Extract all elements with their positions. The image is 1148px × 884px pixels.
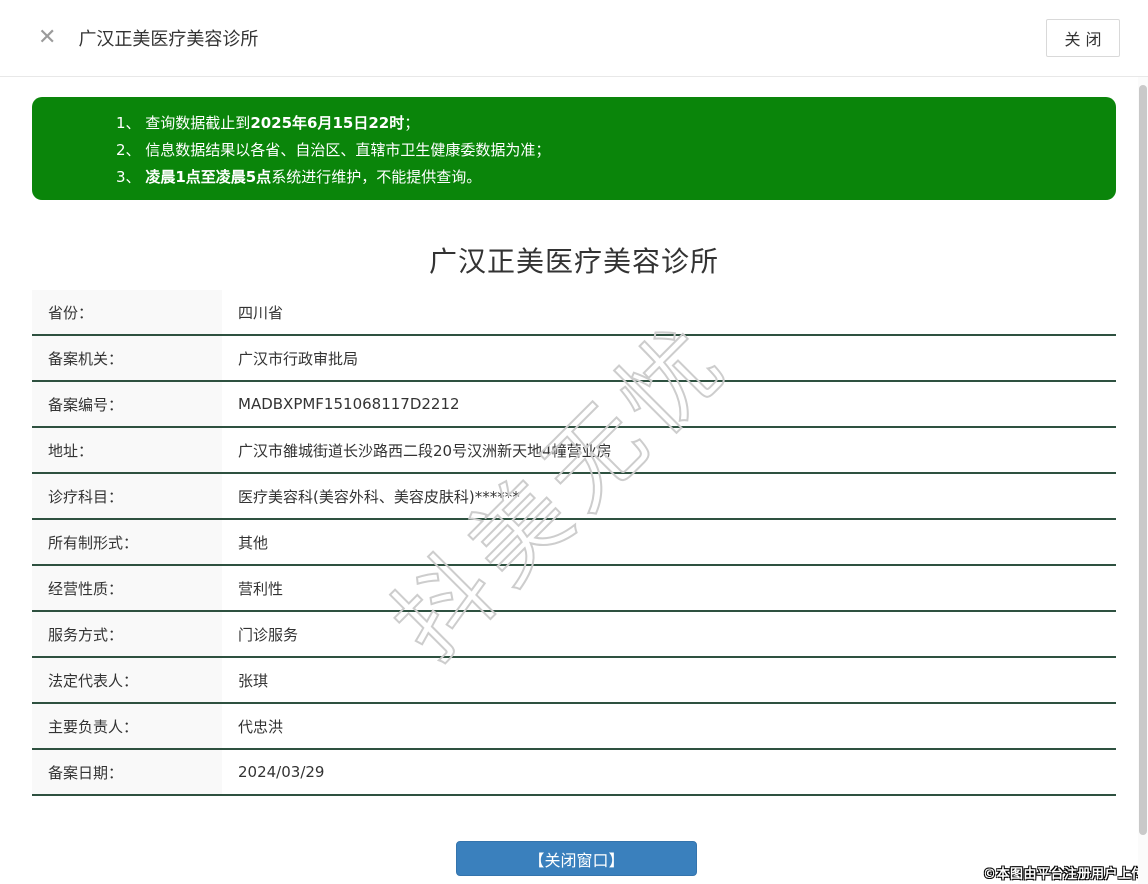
notice-line: 2、 信息数据结果以各省、自治区、直辖市卫生健康委数据为准； (116, 137, 1096, 164)
notice-line: 1、 查询数据截止到2025年6月15日22时； (116, 110, 1096, 137)
table-row: 经营性质： 营利性 (32, 566, 1116, 612)
field-value: 医疗美容科(美容外科、美容皮肤科)****** (238, 487, 520, 506)
notice-line: 3、 凌晨1点至凌晨5点系统进行维护，不能提供查询。 (116, 164, 1096, 191)
close-window-button[interactable]: 【关闭窗口】 (456, 841, 697, 876)
notice-text: 2、 信息数据结果以各省、自治区、直辖市卫生健康委数据为准； (116, 141, 551, 159)
field-label: 备案机关： (32, 336, 222, 380)
field-value: 营利性 (238, 579, 284, 598)
notice-banner: 1、 查询数据截止到2025年6月15日22时； 2、 信息数据结果以各省、自治… (32, 97, 1116, 200)
table-row: 备案日期： 2024/03/29 (32, 750, 1116, 796)
notice-text: ； (404, 114, 420, 132)
field-label: 经营性质： (32, 566, 222, 610)
field-value: 张琪 (238, 671, 269, 690)
table-row: 诊疗科目： 医疗美容科(美容外科、美容皮肤科)****** (32, 474, 1116, 520)
table-row: 所有制形式： 其他 (32, 520, 1116, 566)
table-row: 法定代表人： 张琪 (32, 658, 1116, 704)
notice-bold-text: 2025年6月15日22时 (250, 114, 405, 132)
field-label: 备案编号： (32, 382, 222, 426)
field-value: 门诊服务 (238, 625, 299, 644)
field-label: 省份： (32, 290, 222, 334)
notice-bold-text: 凌晨1点至凌晨5点 (145, 168, 272, 186)
field-label: 法定代表人： (32, 658, 222, 702)
table-row: 备案机关： 广汉市行政审批局 (32, 336, 1116, 382)
field-label: 所有制形式： (32, 520, 222, 564)
header-bar: ✕ 广汉正美医疗美容诊所 关 闭 (0, 0, 1148, 77)
field-value: 广汉市雒城街道长沙路西二段20号汉洲新天地4幢营业房 (238, 441, 612, 460)
notice-text: 3、 (116, 168, 146, 186)
field-value: 四川省 (238, 303, 284, 322)
clinic-info-table: 省份： 四川省 备案机关： 广汉市行政审批局 备案编号： MADBXPMF151… (32, 290, 1116, 796)
field-label: 主要负责人： (32, 704, 222, 748)
close-button[interactable]: 关 闭 (1046, 19, 1120, 57)
table-row: 主要负责人： 代忠洪 (32, 704, 1116, 750)
scrollbar-thumb[interactable] (1139, 85, 1147, 835)
field-value: 广汉市行政审批局 (238, 349, 359, 368)
close-icon[interactable]: ✕ (38, 27, 56, 49)
scrollbar-track[interactable] (1138, 77, 1148, 884)
page-title: 广汉正美医疗美容诊所 (78, 29, 259, 50)
table-row: 省份： 四川省 (32, 290, 1116, 336)
table-row: 服务方式： 门诊服务 (32, 612, 1116, 658)
field-label: 服务方式： (32, 612, 222, 656)
upload-attribution-note: ©本图由平台注册用户上传 (982, 867, 1145, 882)
field-value: 代忠洪 (238, 717, 284, 736)
notice-text: 1、 查询数据截止到 (116, 114, 251, 132)
field-label: 诊疗科目： (32, 474, 222, 518)
table-row: 备案编号： MADBXPMF151068117D2212 (32, 382, 1116, 428)
field-value: MADBXPMF151068117D2212 (238, 395, 460, 413)
field-value: 其他 (238, 533, 269, 552)
field-label: 地址： (32, 428, 222, 472)
field-label: 备案日期： (32, 750, 222, 794)
field-value: 2024/03/29 (238, 763, 325, 781)
clinic-title: 广汉正美医疗美容诊所 (428, 245, 719, 278)
table-row: 地址： 广汉市雒城街道长沙路西二段20号汉洲新天地4幢营业房 (32, 428, 1116, 474)
notice-text: 系统进行维护，不能提供查询。 (271, 168, 482, 186)
